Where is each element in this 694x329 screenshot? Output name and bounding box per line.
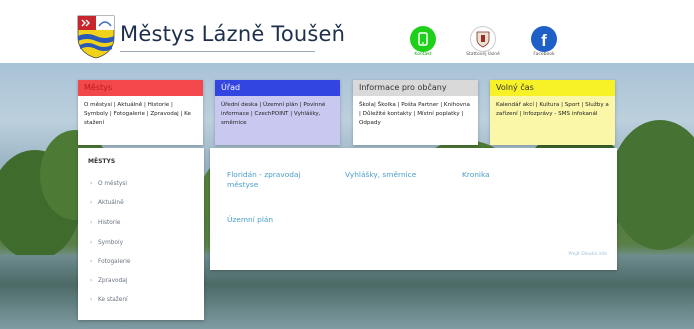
card-links[interactable]: Úřední deska | Územní plán | Povinné inf… xyxy=(215,96,340,145)
sidebar-item[interactable]: › Ke stažení xyxy=(90,297,128,303)
spa-quicklink[interactable] xyxy=(470,26,496,52)
card-title[interactable]: Městys xyxy=(78,80,203,96)
card-links[interactable]: Kalendář akcí | Kultura | Sport | Služby… xyxy=(490,96,615,145)
card-links[interactable]: Škola| Školka | Pošta Partner | Knihovna… xyxy=(353,96,478,133)
main-content-panel: Floridán - zpravodaj městyse Vyhlášky, s… xyxy=(210,148,617,270)
link-floridan[interactable]: Floridán - zpravodaj městyse xyxy=(227,170,317,190)
sidebar-item[interactable]: › O městysi xyxy=(90,181,127,187)
card-links[interactable]: O městysi | Aktuálně | Historie | Symbol… xyxy=(78,96,203,133)
category-card-urad: Úřad Úřední deska | Územní plán | Povinn… xyxy=(215,80,340,145)
chevron-right-icon: › xyxy=(90,278,93,284)
sidebar-item[interactable]: › Fotogalerie xyxy=(90,259,130,265)
chevron-right-icon: › xyxy=(90,259,93,265)
sidebar-item[interactable]: › Historie xyxy=(90,220,120,226)
sidebar-item[interactable]: › Aktuálně xyxy=(90,200,124,206)
spa-label[interactable]: Stattovej lázně xyxy=(458,52,508,57)
card-title[interactable]: Informace pro občany xyxy=(353,80,478,96)
contact-label[interactable]: Kontakt xyxy=(398,52,448,57)
facebook-icon: f xyxy=(541,30,547,50)
facebook-quicklink[interactable]: f xyxy=(531,26,557,52)
contact-quicklink[interactable] xyxy=(410,26,436,52)
more-info-link[interactable]: Přejít Dlouhá info xyxy=(568,252,607,257)
category-card-informace: Informace pro občany Škola| Školka | Poš… xyxy=(353,80,478,145)
site-header: Městys Lázně Toušeň Kontakt Stattovej lá… xyxy=(0,0,694,63)
card-title[interactable]: Úřad xyxy=(215,80,340,96)
link-vyhlasky[interactable]: Vyhlášky, směrnice xyxy=(345,170,416,180)
chevron-right-icon: › xyxy=(90,240,93,246)
chevron-right-icon: › xyxy=(90,200,93,206)
coat-of-arms-logo[interactable] xyxy=(76,14,116,59)
link-uzemni-plan[interactable]: Územní plán xyxy=(227,215,273,225)
phone-icon xyxy=(418,32,428,46)
chevron-right-icon: › xyxy=(90,181,93,187)
card-title[interactable]: Volný čas xyxy=(490,80,615,96)
facebook-label[interactable]: Facebook xyxy=(519,52,569,57)
link-kronika[interactable]: Kronika xyxy=(462,170,490,180)
sidebar-item[interactable]: › Symboly xyxy=(90,240,123,246)
chevron-right-icon: › xyxy=(90,220,93,226)
title-underline xyxy=(120,51,315,52)
sidebar-item[interactable]: › Zpravodaj xyxy=(90,278,127,284)
chevron-right-icon: › xyxy=(90,297,93,303)
site-title[interactable]: Městys Lázně Toušeň xyxy=(120,22,345,46)
category-card-volny-cas: Volný čas Kalendář akcí | Kultura | Spor… xyxy=(490,80,615,145)
category-card-mestys: Městys O městysi | Aktuálně | Historie |… xyxy=(78,80,203,145)
sidebar-title: MĚSTYS xyxy=(88,158,116,165)
crest-icon xyxy=(476,31,490,48)
sidebar: MĚSTYS › O městysi › Aktuálně › Historie › S… xyxy=(78,148,204,320)
